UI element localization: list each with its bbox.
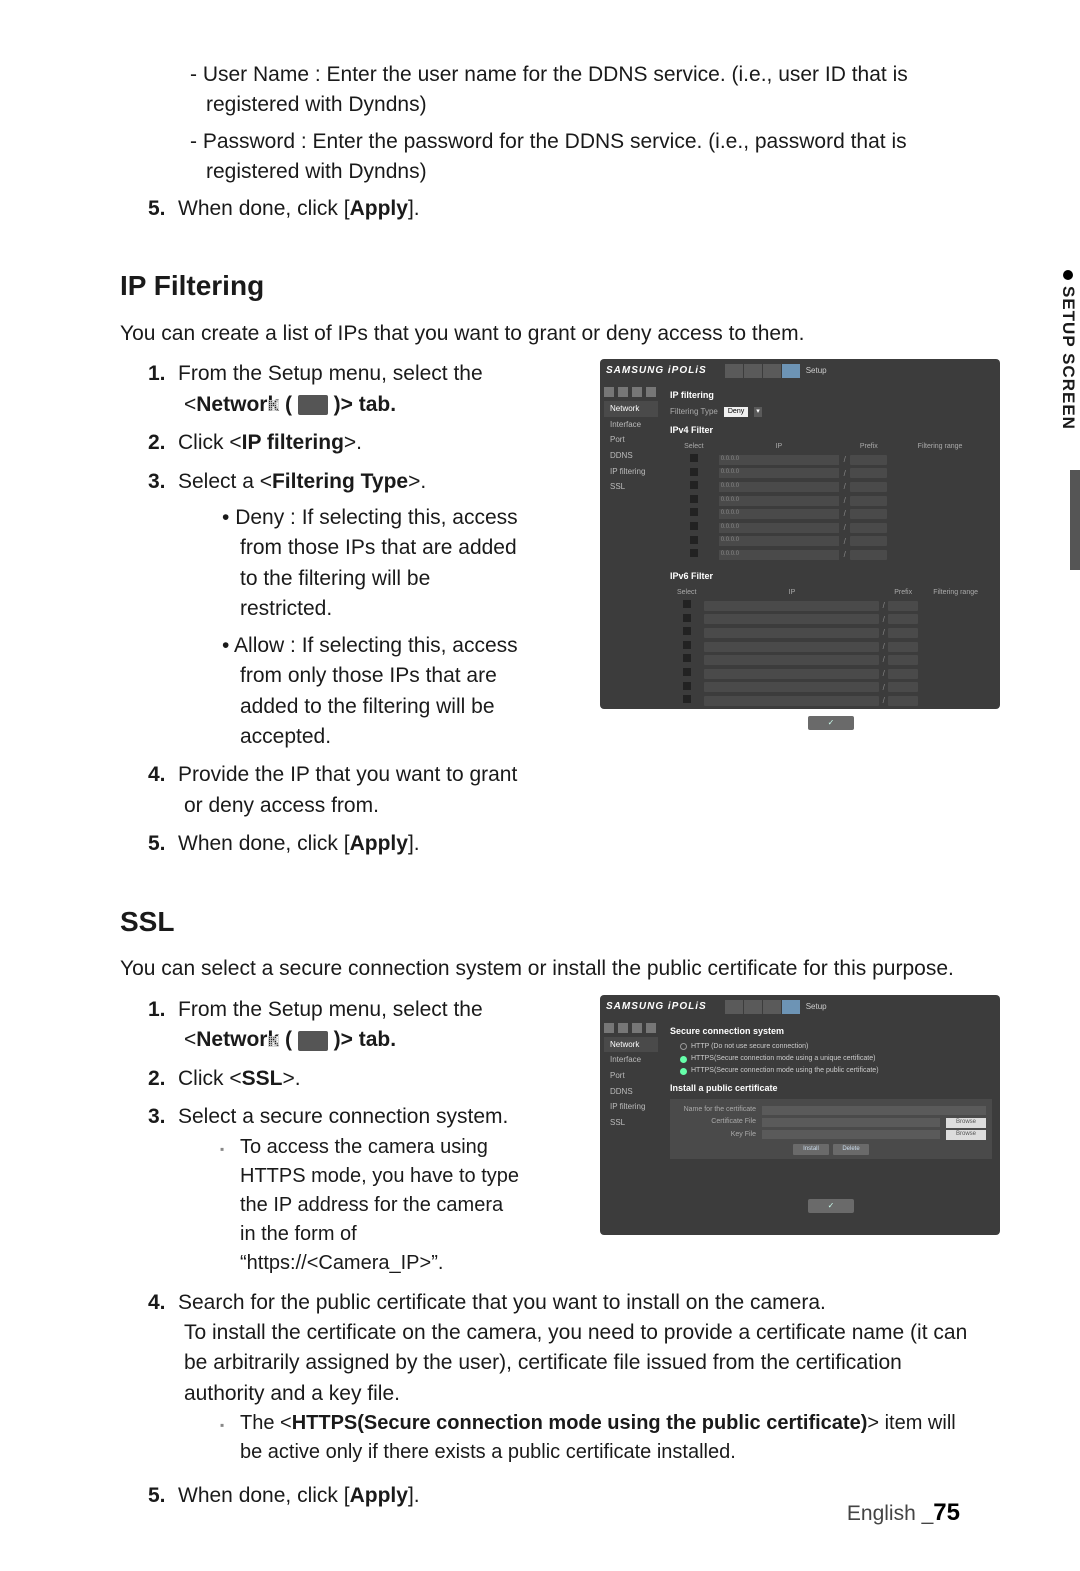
ipf-step4: 4.Provide the IP that you want to grant … — [148, 760, 520, 821]
heading-ip-filtering: IP Filtering — [120, 266, 980, 307]
fig1-title: IP filtering — [670, 389, 992, 402]
top-step5: 5.When done, click [Apply]. — [148, 194, 980, 224]
heading-ssl: SSL — [120, 902, 980, 943]
fig1-dropdown-icon: ▾ — [754, 407, 762, 417]
dash-password: - Password : Enter the password for the … — [190, 127, 980, 188]
fig1-tabicons — [725, 364, 800, 378]
fig2-logo: SAMSUNG iPOLiS — [606, 1000, 707, 1015]
ssl-steps: 1.From the Setup menu, select the <Netwo… — [120, 995, 520, 1278]
side-tab-dot-icon — [1063, 270, 1073, 280]
fig1-logo: SAMSUNG iPOLiS — [606, 364, 707, 379]
fig1-ipv6-label: IPv6 Filter — [670, 570, 992, 583]
fig2-cert-box: Name for the certificate Certificate Fil… — [670, 1099, 992, 1158]
ssl-step2: 2.Click <SSL>. — [148, 1064, 520, 1094]
top-continuation: - User Name : Enter the user name for th… — [120, 60, 980, 224]
fig2-side-network: Network — [604, 1037, 658, 1053]
fig1-sidebar: Network Interface Port DDNS IP filtering… — [600, 383, 662, 742]
page-footer: English _75 — [847, 1496, 960, 1531]
fig2-sidebar: Network Interface Port DDNS IP filtering… — [600, 1019, 662, 1225]
fig1-apply-button: ✓ — [808, 716, 854, 730]
fig2-apply-button: ✓ — [808, 1199, 854, 1213]
fig1-setup-label: Setup — [806, 365, 827, 377]
fig2-sec2: Install a public certificate — [670, 1082, 992, 1095]
ipfiltering-intro: You can create a list of IPs that you wa… — [120, 319, 980, 349]
ipf-step1: 1.From the Setup menu, select the <Netwo… — [148, 359, 520, 420]
ssl-intro: You can select a secure connection syste… — [120, 954, 980, 984]
dash-username: - User Name : Enter the user name for th… — [190, 60, 980, 121]
fig1-side-network: Network — [604, 401, 658, 417]
footer-lang: English _ — [847, 1502, 933, 1525]
side-tab-setup-screen: SETUP SCREEN — [1046, 270, 1080, 430]
ipf-bullet-allow: • Allow : If selecting this, access from… — [222, 631, 520, 753]
ssl-step4-note: The <HTTPS(Secure connection mode using … — [220, 1409, 980, 1467]
ssl-step3: 3.Select a secure connection system. To … — [148, 1102, 520, 1277]
side-thumb-index-stub — [1070, 470, 1080, 570]
fig1-ipv4-table: SelectIPPrefixFiltering range 0.0.0.0/ 0… — [670, 441, 992, 562]
fig1-ftype-label: Filtering Type — [670, 406, 718, 418]
footer-page-number: 75 — [933, 1499, 960, 1526]
ssl-step3-note: To access the camera using HTTPS mode, y… — [220, 1133, 520, 1278]
ipf-step2: 2.Click <IP filtering>. — [148, 428, 520, 458]
network-icon — [298, 395, 328, 415]
fig2-tabicons — [725, 1000, 800, 1014]
fig1-ipv4-label: IPv4 Filter — [670, 424, 992, 437]
fig2-setup-label: Setup — [806, 1001, 827, 1013]
figure-ssl-screenshot: SAMSUNG iPOLiS Setup Network Interface P… — [600, 995, 1000, 1235]
figure-ipfiltering-screenshot: SAMSUNG iPOLiS Setup Network Interface P… — [600, 359, 1000, 709]
ipfiltering-steps: 1.From the Setup menu, select the <Netwo… — [120, 359, 520, 860]
fig2-sec1: Secure connection system — [670, 1025, 992, 1038]
ssl-steps-cont: 4.Search for the public certificate that… — [120, 1288, 980, 1512]
ssl-step1: 1.From the Setup menu, select the <Netwo… — [148, 995, 520, 1056]
ipf-bullet-deny: • Deny : If selecting this, access from … — [222, 503, 520, 625]
network-icon — [298, 1031, 328, 1051]
fig1-ftype-value: Deny — [724, 407, 748, 417]
fig1-ipv6-table: SelectIPPrefixFiltering range / / / / / … — [670, 587, 992, 708]
ssl-step4: 4.Search for the public certificate that… — [148, 1288, 980, 1468]
ipf-step5: 5.When done, click [Apply]. — [148, 829, 520, 859]
ipf-step3: 3.Select a <Filtering Type>. • Deny : If… — [148, 467, 520, 753]
